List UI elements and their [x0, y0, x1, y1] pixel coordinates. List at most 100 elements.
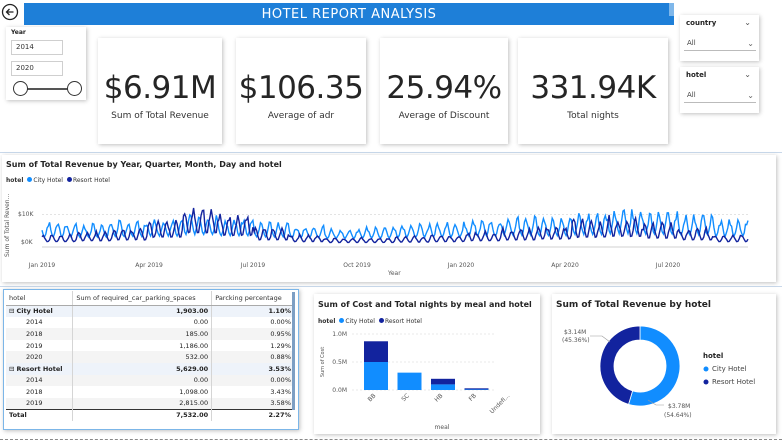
table-row[interactable]: 2019 2,815.00 3.58%	[6, 397, 294, 410]
data-label: $3.78M	[668, 403, 690, 410]
row-pct: 3.53%	[211, 362, 294, 375]
divider	[0, 152, 782, 153]
legend-label: City Hotel	[712, 365, 747, 373]
bar-hb-city-hotel	[431, 384, 455, 390]
kpi-caption: Average of Discount	[398, 111, 490, 121]
row-pct: 1.29%	[211, 339, 294, 352]
row-sum: 185.00	[72, 328, 212, 340]
title-scrollbar[interactable]	[669, 3, 674, 16]
y-axis-label: Sum of Cost	[320, 347, 326, 377]
row-label-text: Resort Hotel	[16, 364, 63, 373]
chevron-down-icon: ⌄	[747, 91, 754, 100]
row-sum: 5,629.00	[72, 362, 212, 375]
row-label: 2019	[26, 341, 43, 350]
country-select[interactable]: All ⌄	[684, 36, 756, 51]
x-tick-label: FB	[468, 392, 478, 402]
column-header[interactable]: Parcking percentage	[211, 291, 294, 306]
year-slider-end-handle[interactable]	[67, 81, 82, 96]
year-end-input[interactable]: 2020	[11, 61, 63, 76]
meal-cost-bar-chart[interactable]: Sum of Cost and Total nights by meal and…	[314, 294, 540, 434]
country-slicer-label: country	[686, 19, 717, 27]
line-series-city-hotel	[41, 208, 749, 240]
table-row[interactable]: 2019 1,186.00 1.29%	[6, 339, 294, 352]
country-select-value: All	[687, 39, 696, 47]
year-slicer[interactable]: Year 2014 2020	[6, 27, 86, 100]
row-sum: 2,815.00	[72, 397, 212, 410]
column-header[interactable]: Sum of required_car_parking_spaces	[72, 291, 212, 306]
row-pct: 1.10%	[211, 305, 294, 317]
pivot-table: hotel Sum of required_car_parking_spaces…	[6, 291, 294, 421]
x-tick-label: Apr 2020	[551, 262, 579, 269]
chevron-down-icon: ⌄	[747, 39, 754, 48]
back-button[interactable]	[1, 3, 19, 21]
report-title: HOTEL REPORT ANALYSIS	[24, 3, 674, 25]
country-slicer[interactable]: country ⌄ All ⌄	[680, 15, 759, 61]
kpi-average-adr[interactable]: $106.35 Average of adr	[236, 38, 366, 144]
kpi-caption: Total nights	[567, 111, 619, 121]
year-start-input[interactable]: 2014	[11, 40, 63, 55]
hotel-slicer[interactable]: hotel ⌄ All ⌄	[680, 67, 759, 113]
revenue-line-chart[interactable]: Sum of Total Revenue by Year, Quarter, M…	[2, 155, 776, 282]
row-pct: 0.00%	[211, 374, 294, 387]
x-axis-label: meal	[435, 424, 450, 431]
row-label-text: City Hotel	[16, 307, 53, 316]
page-bottom-border	[0, 439, 782, 440]
table-row[interactable]: 2014 0.00 0.00%	[6, 316, 294, 329]
bar-sc-city-hotel	[397, 372, 422, 390]
table-row[interactable]: 2018 185.00 0.95%	[6, 328, 294, 340]
revenue-donut-chart[interactable]: Sum of Total Revenue by hotel $3.14M (45.…	[552, 294, 776, 434]
y-tick-label: 1.0M	[332, 331, 347, 338]
x-tick-label: Oct 2019	[343, 262, 371, 269]
collapse-icon[interactable]: ⊟	[9, 307, 17, 315]
kpi-total-revenue[interactable]: $6.91M Sum of Total Revenue	[98, 38, 222, 144]
table-row[interactable]: 2014 0.00 0.00%	[6, 374, 294, 387]
data-label: $3.14M	[564, 329, 586, 336]
x-tick-label: Undefi...	[489, 392, 512, 415]
table-group-row[interactable]: ⊟ City Hotel 1,903.00 1.10%	[6, 305, 294, 317]
kpi-value: 25.94%	[386, 70, 502, 106]
chevron-down-icon[interactable]: ⌄	[744, 70, 751, 79]
table-total-row: Total 7,532.00 2.27%	[6, 408, 294, 421]
kpi-value: $106.35	[238, 70, 364, 106]
parking-pivot-table[interactable]: hotel Sum of required_car_parking_spaces…	[3, 289, 299, 430]
table-scrollbar[interactable]	[292, 292, 295, 410]
legend-dot	[703, 379, 709, 385]
table-row[interactable]: 2018 1,098.00 3.43%	[6, 386, 294, 398]
kpi-average-discount[interactable]: 25.94% Average of Discount	[380, 38, 508, 144]
year-slider-start-handle[interactable]	[13, 81, 28, 96]
donut-plot[interactable]: $3.14M(45.36%) $3.78M (54.64%) hotel City Ho…	[552, 294, 776, 434]
hotel-select[interactable]: All ⌄	[684, 88, 756, 103]
x-axis-label: Year	[388, 270, 401, 277]
total-label: Total	[6, 408, 73, 421]
table-group-row[interactable]: ⊟ Resort Hotel 5,629.00 3.53%	[6, 362, 294, 375]
revenue-line-plot[interactable]: Jan 2019 Apr 2019 Jul 2019 Oct 2019 Jan 2020…	[2, 155, 776, 282]
bar-bb-city-hotel	[364, 362, 388, 390]
x-tick-label: Apr 2019	[135, 262, 163, 269]
back-arrow-icon	[1, 3, 19, 21]
total-sum: 7,532.00	[72, 408, 212, 421]
x-tick-label: SC	[400, 392, 411, 403]
row-sum: 1,186.00	[72, 339, 212, 352]
chevron-down-icon[interactable]: ⌄	[744, 18, 751, 27]
row-sum: 0.00	[72, 316, 212, 329]
bar-plot[interactable]: 1.0M 0.5M 0.0M Sum of Cost BB SC HB FB Undefi...…	[314, 294, 540, 434]
bar-hb-resort-hotel	[431, 378, 455, 385]
row-label: ⊟ Resort Hotel	[6, 362, 73, 375]
row-label: 2014	[6, 374, 73, 387]
collapse-icon[interactable]: ⊟	[9, 365, 17, 373]
row-sum: 1,098.00	[72, 386, 212, 398]
total-pct: 2.27%	[211, 408, 294, 421]
kpi-total-nights[interactable]: 331.94K Total nights	[518, 38, 668, 144]
legend-label: Resort Hotel	[712, 378, 755, 386]
table-header-row: hotel Sum of required_car_parking_spaces…	[6, 291, 294, 306]
row-label: 2014	[26, 318, 43, 327]
year-slicer-label: Year	[11, 29, 26, 36]
table-row[interactable]: 2020 532.00 0.88%	[6, 351, 294, 363]
bar-fb-city-hotel	[464, 389, 489, 390]
legend-title: hotel	[703, 352, 723, 360]
data-label: (54.64%)	[664, 412, 692, 419]
y-tick-label: 0.0M	[332, 387, 347, 394]
hotel-select-value: All	[687, 91, 696, 99]
x-tick-label: BB	[367, 392, 378, 403]
column-header[interactable]: hotel	[6, 291, 73, 306]
